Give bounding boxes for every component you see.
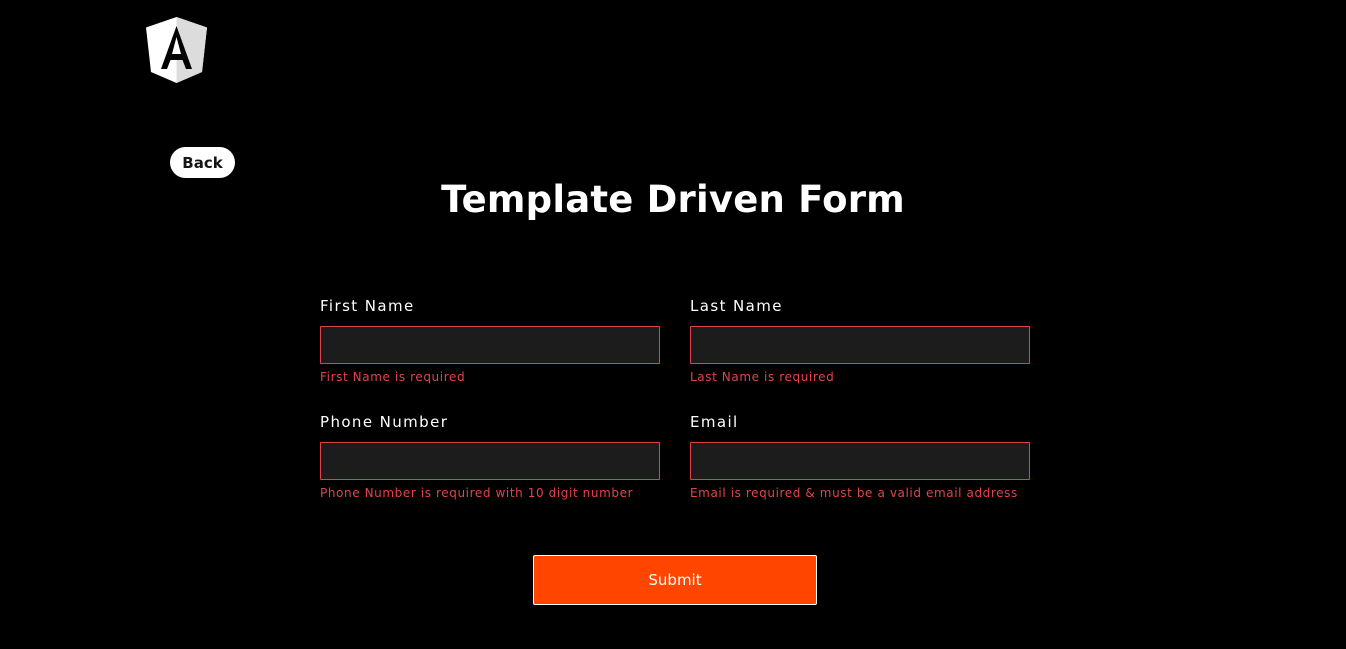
last-name-error: Last Name is required <box>690 370 835 384</box>
first-name-label: First Name <box>320 297 415 315</box>
first-name-input[interactable] <box>320 326 660 364</box>
back-button[interactable]: Back <box>170 147 235 178</box>
email-label: Email <box>690 413 739 431</box>
page-title: Template Driven Form <box>441 178 905 221</box>
email-error: Email is required & must be a valid emai… <box>690 486 1018 500</box>
last-name-input[interactable] <box>690 326 1030 364</box>
page: Back Template Driven Form First Name Fir… <box>0 0 1346 649</box>
first-name-field: First Name First Name is required <box>320 296 660 384</box>
angular-logo-icon[interactable] <box>146 17 207 83</box>
last-name-label: Last Name <box>690 297 783 315</box>
phone-number-input[interactable] <box>320 442 660 480</box>
submit-button[interactable]: Submit <box>533 555 817 605</box>
last-name-field: Last Name Last Name is required <box>690 296 1030 384</box>
email-input[interactable] <box>690 442 1030 480</box>
phone-number-error: Phone Number is required with 10 digit n… <box>320 486 634 500</box>
phone-number-field: Phone Number Phone Number is required wi… <box>320 412 660 500</box>
email-field: Email Email is required & must be a vali… <box>690 412 1030 500</box>
phone-number-label: Phone Number <box>320 413 449 431</box>
first-name-error: First Name is required <box>320 370 466 384</box>
